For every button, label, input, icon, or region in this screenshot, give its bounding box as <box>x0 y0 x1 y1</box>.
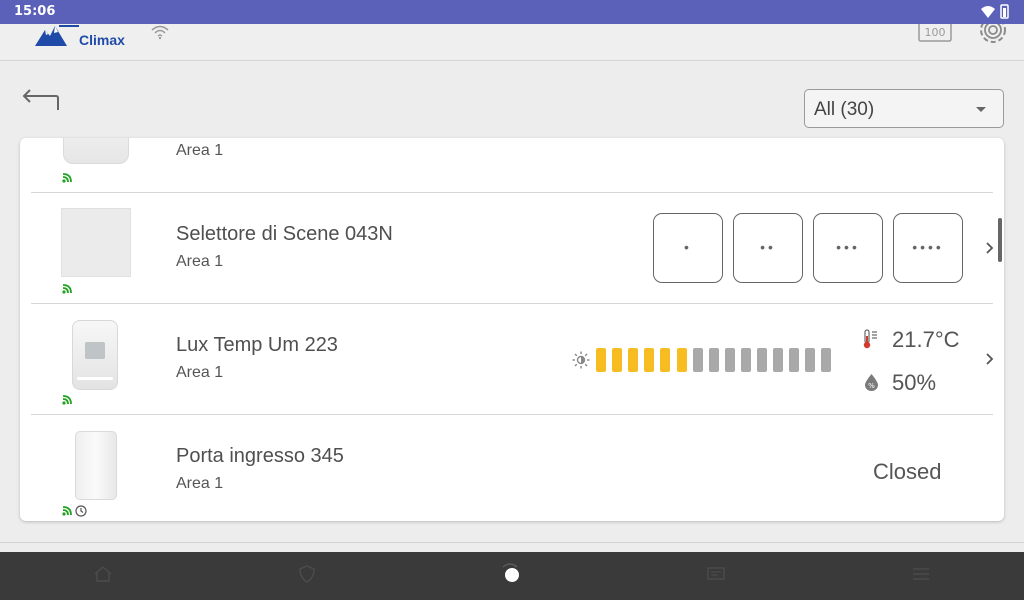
list-scrollbar[interactable] <box>998 218 1002 262</box>
signal-icon <box>62 284 72 294</box>
lux-segment <box>676 348 687 372</box>
lux-segment <box>628 348 639 372</box>
rules-icon[interactable] <box>705 563 727 585</box>
device-filter-dropdown[interactable]: All (30) <box>804 89 1004 128</box>
lux-segment <box>757 348 767 372</box>
app-header: Climax 100 <box>0 24 1024 61</box>
lux-segment <box>821 348 832 372</box>
lux-segment <box>596 348 606 372</box>
signal-icon <box>62 395 72 405</box>
device-area: Area 1 <box>176 475 224 492</box>
humidity-icon: % <box>865 374 878 391</box>
lux-segment <box>789 348 800 372</box>
caret-down-icon <box>976 107 986 112</box>
battery-value: 100 <box>925 26 946 39</box>
mountain-logo-icon <box>35 25 79 46</box>
brand-name: Climax <box>79 32 125 48</box>
humidity-value: 50% <box>892 370 937 395</box>
lux-segment <box>644 348 655 372</box>
lux-level-bar <box>596 348 838 372</box>
device-area: Area 1 <box>176 253 224 270</box>
home-icon[interactable] <box>92 563 114 585</box>
chevron-right-icon[interactable] <box>984 352 994 366</box>
lux-segment <box>724 348 735 372</box>
lux-segment <box>612 348 623 372</box>
lux-segment <box>740 348 751 372</box>
device-row[interactable]: Porta ingresso 345 Area 1 Closed <box>20 415 1004 521</box>
shield-icon[interactable] <box>296 563 318 585</box>
scene-button-4[interactable]: •••• <box>893 213 963 283</box>
back-button[interactable] <box>22 88 60 114</box>
list-icon[interactable] <box>910 563 932 585</box>
wifi-icon <box>151 25 169 40</box>
system-status-bar: 15:06 <box>0 0 1024 24</box>
battery-icon: 100 <box>918 24 952 42</box>
signal-icon <box>62 173 72 183</box>
clock-icon <box>75 505 87 517</box>
scene-button-3[interactable]: ••• <box>813 213 883 283</box>
scene-button-2[interactable]: •• <box>733 213 803 283</box>
sensor-highlight <box>77 377 113 380</box>
device-thumbnail <box>72 320 118 390</box>
device-area: Area 1 <box>176 142 224 159</box>
bottom-nav-bar <box>0 552 1024 600</box>
device-name: Selettore di Scene 043N <box>176 223 393 245</box>
device-name: Lux Temp Um 223 <box>176 334 338 356</box>
device-thumbnail <box>63 138 129 164</box>
device-thumbnail <box>75 431 117 500</box>
device-thumbnail <box>61 208 131 277</box>
settings-icon[interactable] <box>976 24 1010 46</box>
device-area: Area 1 <box>176 364 224 381</box>
scene-button-1[interactable]: • <box>653 213 723 283</box>
filter-selected-value: All (30) <box>814 99 875 120</box>
home-indicator[interactable] <box>505 568 519 582</box>
sensor-lens <box>85 342 105 359</box>
footer-divider <box>0 542 1024 552</box>
sun-icon <box>572 351 590 369</box>
lux-segment <box>660 348 671 372</box>
device-list: Area 1 Selettore di Scene 043N Area 1 • … <box>20 138 1004 521</box>
lux-segment <box>773 348 784 372</box>
status-time: 15:06 <box>14 4 56 19</box>
thermometer-icon <box>863 329 877 349</box>
door-status: Closed <box>873 459 942 484</box>
lux-segment <box>692 348 703 372</box>
device-row[interactable]: Selettore di Scene 043N Area 1 • •• ••• … <box>20 193 1004 304</box>
climax-logo: Climax <box>33 24 143 52</box>
device-name: Porta ingresso 345 <box>176 445 344 467</box>
temperature-value: 21.7°C <box>892 327 960 352</box>
svg-text:%: % <box>868 382 875 390</box>
signal-icon <box>62 506 72 516</box>
device-row[interactable]: Area 1 <box>20 138 1004 193</box>
lux-segment <box>708 348 719 372</box>
wifi-battery-status-icon <box>981 4 1009 19</box>
device-row[interactable]: Lux Temp Um 223 Area 1 21.7°C % 50% <box>20 304 1004 415</box>
lux-segment <box>805 348 816 372</box>
chevron-right-icon[interactable] <box>984 241 994 255</box>
